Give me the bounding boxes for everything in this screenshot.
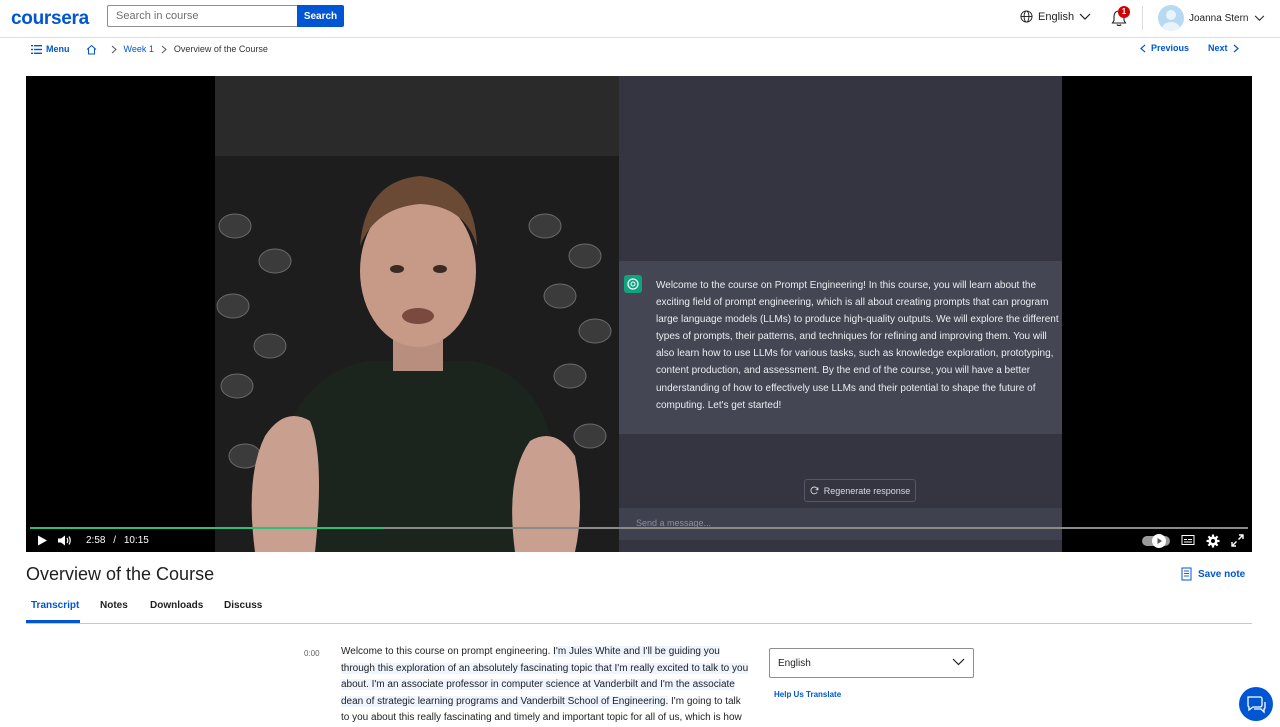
previous-button[interactable]: Previous [1140,43,1189,53]
content-tabs: Transcript Notes Downloads Discuss [26,597,1252,624]
avatar [1158,5,1184,31]
chat-bubble-icon [1247,696,1266,714]
next-label: Next [1208,43,1228,53]
chatgpt-logo-icon [624,275,642,293]
language-selector[interactable]: English [1020,10,1091,23]
gear-icon[interactable] [1206,534,1220,548]
chat-message: Welcome to the course on Prompt Engineer… [619,261,1062,434]
language-label: English [1038,10,1075,23]
fullscreen-icon[interactable] [1231,534,1244,547]
page-title: Overview of the Course [26,564,215,584]
play-icon[interactable] [36,534,48,547]
refresh-icon [810,486,819,495]
transcript-language-value: English [778,658,811,669]
chevron-down-icon [1254,15,1264,21]
previous-label: Previous [1151,43,1190,53]
playback-speed-knob[interactable] [1152,534,1166,548]
transcript-segment[interactable]: Welcome to this course on prompt enginee… [341,646,553,657]
chevron-right-icon [1233,44,1239,52]
user-menu[interactable]: Joanna Stern [1158,5,1265,31]
menu-list-icon [31,44,42,54]
note-icon [1181,567,1192,581]
duration: 10:15 [123,535,149,546]
search-button[interactable]: Search [297,5,344,27]
chevron-right-icon [161,45,167,54]
menu-button[interactable]: Menu [31,44,70,54]
notification-badge: 1 [1118,6,1130,18]
chat-support-button[interactable] [1239,687,1273,721]
user-name: Joanna Stern [1189,12,1249,24]
save-note-button[interactable]: Save note [1181,567,1245,581]
tab-notes[interactable]: Notes [100,600,128,624]
regenerate-label: Regenerate response [823,485,911,496]
chevron-left-icon [1140,44,1146,52]
chevron-down-icon [952,658,965,666]
breadcrumb-week[interactable]: Week 1 [124,44,154,54]
video-presenter-frame [215,76,619,552]
video-progress-bar[interactable] [30,527,1248,529]
tab-discuss[interactable]: Discuss [224,600,262,624]
time-display: 2:58 / 10:15 [86,535,149,546]
volume-icon[interactable] [57,534,72,547]
tab-downloads[interactable]: Downloads [150,600,203,624]
regenerate-response-button: Regenerate response [804,479,916,502]
breadcrumb: Menu Week 1 Overview of the Course [31,43,268,55]
time-separator: / [113,535,117,546]
transcript-timestamp[interactable]: 0:00 [304,649,320,658]
breadcrumb-separator [86,44,97,55]
globe-icon [1020,10,1033,23]
video-progress-fill [30,527,384,529]
video-controls: 2:58 / 10:15 [26,531,1252,552]
current-time: 2:58 [86,535,106,546]
presenter-image [215,76,619,552]
menu-label: Menu [46,44,70,54]
coursera-logo[interactable]: coursera [11,8,89,30]
active-tab-indicator [26,620,80,623]
chevron-down-icon [1079,13,1091,20]
help-translate-link[interactable]: Help Us Translate [774,690,841,699]
search-input[interactable] [107,5,297,27]
breadcrumb-current: Overview of the Course [173,44,268,54]
top-header: coursera Search English 1 Joanna Stern [0,0,1280,38]
transcript-text: Welcome to this course on prompt enginee… [341,644,749,727]
chat-screen-frame: Welcome to the course on Prompt Engineer… [619,76,1062,552]
video-player[interactable]: Welcome to the course on Prompt Engineer… [26,76,1252,552]
next-button[interactable]: Next [1208,43,1239,53]
chat-message-text: Welcome to the course on Prompt Engineer… [656,280,1059,411]
transcript-language-select[interactable]: English [769,648,974,678]
search-bar: Search [107,5,344,27]
save-note-label: Save note [1198,568,1246,580]
home-icon[interactable] [86,44,97,55]
captions-icon[interactable] [1181,534,1195,546]
chevron-right-icon [111,45,117,54]
header-divider [1142,6,1143,30]
